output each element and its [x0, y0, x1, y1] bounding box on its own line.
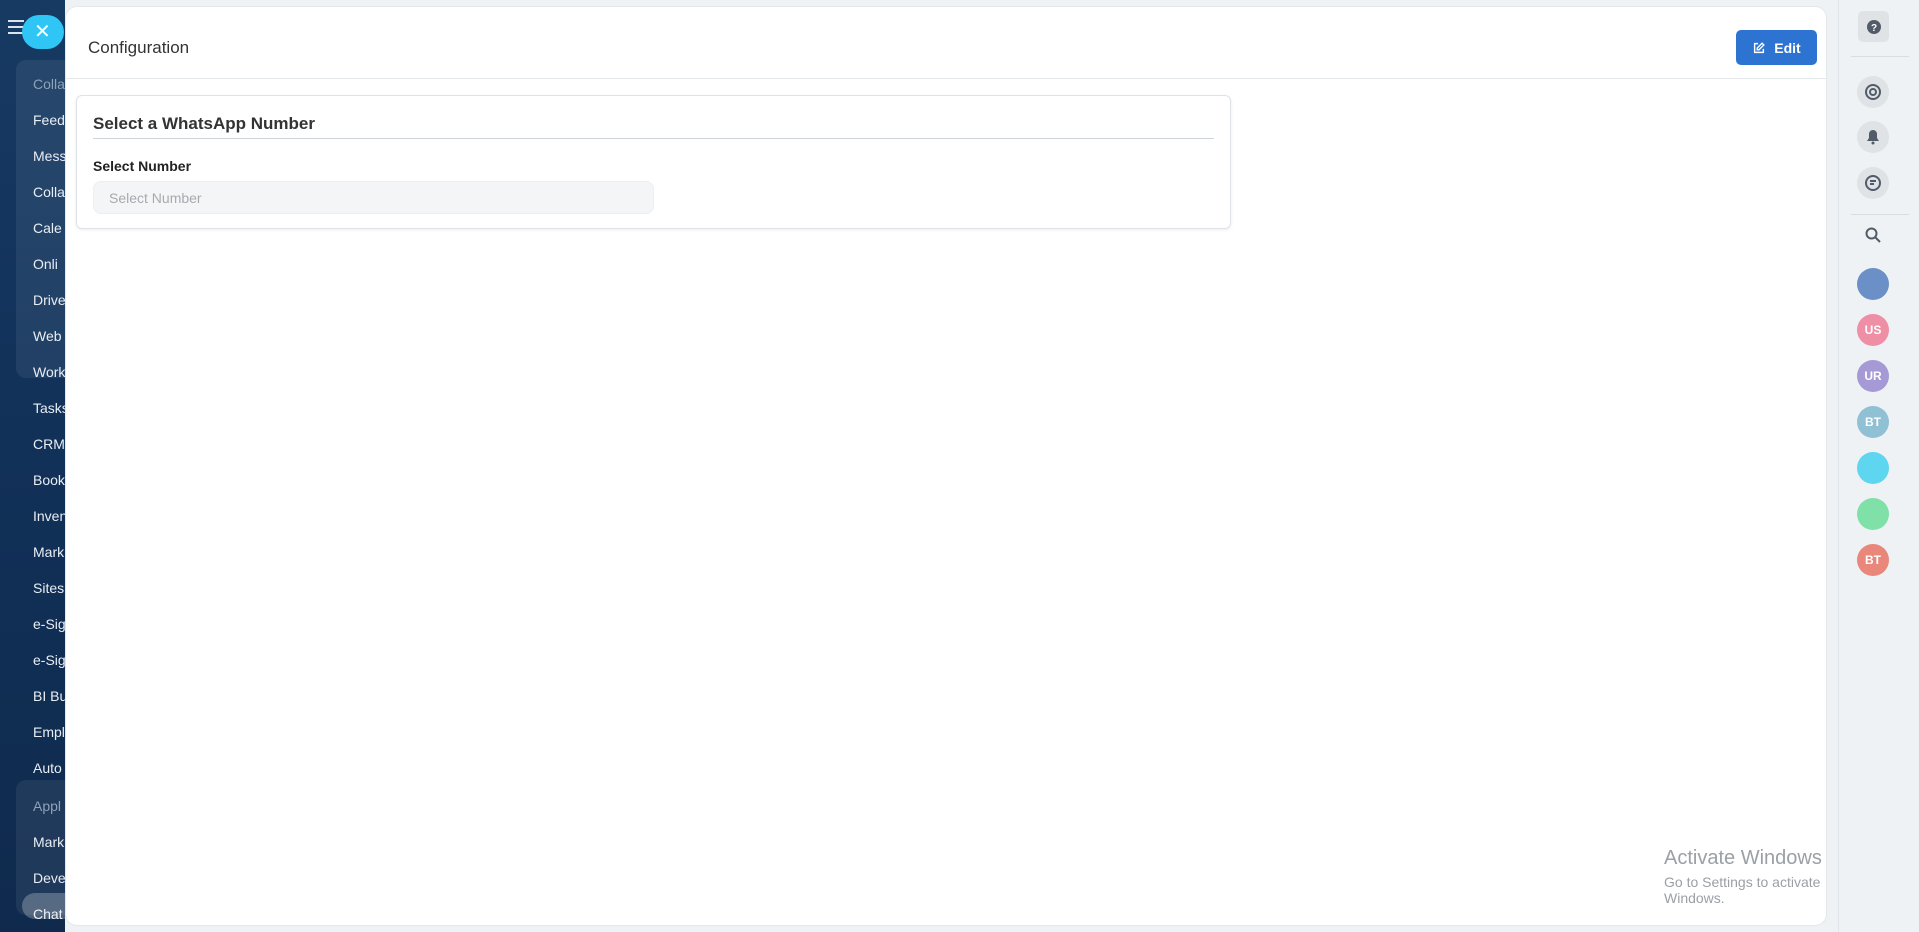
page-title: Configuration: [88, 38, 190, 57]
config-card: Configuration Edit Select a WhatsApp Num…: [65, 6, 1827, 926]
sidebar-item[interactable]: e-Sig: [33, 616, 66, 632]
sidebar-item[interactable]: Colla: [33, 184, 65, 200]
sidebar-item[interactable]: Empl: [33, 724, 65, 740]
sidebar-item[interactable]: Auto: [33, 760, 62, 776]
sidebar-item[interactable]: Work: [33, 364, 65, 380]
chat-bubble-avatar[interactable]: [1857, 268, 1889, 300]
rail-divider: [1851, 56, 1909, 57]
sidebar-item[interactable]: Appl: [33, 798, 61, 814]
svg-text:?: ?: [1870, 23, 1876, 34]
sidebar-item[interactable]: Feed: [33, 112, 65, 128]
sidebar-item[interactable]: Mark: [33, 544, 64, 560]
select-number-dropdown[interactable]: Select Number: [93, 181, 654, 214]
edit-icon: [1754, 41, 1766, 53]
edit-button-label: Edit: [1774, 39, 1801, 56]
sidebar-item[interactable]: Tasks: [33, 400, 69, 416]
sidebar-item[interactable]: Mess: [33, 148, 66, 164]
sidebar-item[interactable]: BI Bu: [33, 688, 67, 704]
sidebar-item[interactable]: Drive: [33, 292, 66, 308]
sidebar-item[interactable]: Mark: [33, 834, 64, 850]
sidebar-item[interactable]: Web: [33, 328, 62, 344]
help-icon[interactable]: ?: [1858, 11, 1889, 42]
page-header: Configuration Edit: [66, 7, 1826, 79]
select-number-label: Select Number: [93, 158, 192, 174]
whatsapp-number-section: Select a WhatsApp Number Select Number S…: [76, 95, 1231, 229]
notes-avatar[interactable]: [1857, 498, 1889, 530]
section-title: Select a WhatsApp Number: [93, 114, 315, 133]
user-avatar-bt[interactable]: BT: [1857, 406, 1889, 438]
chat-avatar[interactable]: [1857, 452, 1889, 484]
sidebar-item[interactable]: Deve: [33, 870, 66, 886]
search-icon[interactable]: [1857, 219, 1889, 251]
right-rail: ? US UR BT BT: [1838, 0, 1919, 932]
section-divider: [93, 138, 1214, 139]
user-avatar-ur[interactable]: UR: [1857, 360, 1889, 392]
sidebar-item[interactable]: e-Sig: [33, 652, 66, 668]
close-icon[interactable]: ✕: [22, 15, 64, 49]
bell-icon[interactable]: [1857, 121, 1889, 153]
user-avatar-us[interactable]: US: [1857, 314, 1889, 346]
edit-button[interactable]: Edit: [1736, 30, 1817, 65]
sidebar-item[interactable]: Sites: [33, 580, 64, 596]
sidebar-item[interactable]: CRM: [33, 436, 65, 452]
sidebar-item[interactable]: Inven: [33, 508, 67, 524]
copilot-icon[interactable]: [1857, 76, 1889, 108]
sidebar-item[interactable]: Book: [33, 472, 65, 488]
messages-icon[interactable]: [1857, 167, 1889, 199]
user-avatar-bt-2[interactable]: BT: [1857, 544, 1889, 576]
activate-windows-watermark: Activate Windows Go to Settings to activ…: [1664, 847, 1838, 906]
watermark-title: Activate Windows: [1664, 847, 1822, 869]
sidebar-item[interactable]: Onli: [33, 256, 58, 272]
slider-panel: Configuration Edit Select a WhatsApp Num…: [65, 0, 1838, 932]
sidebar-item[interactable]: Cale: [33, 220, 62, 236]
rail-divider: [1851, 214, 1909, 215]
watermark-subtitle: Go to Settings to activate Windows.: [1664, 874, 1821, 906]
sidebar-item[interactable]: Colla: [33, 76, 65, 92]
